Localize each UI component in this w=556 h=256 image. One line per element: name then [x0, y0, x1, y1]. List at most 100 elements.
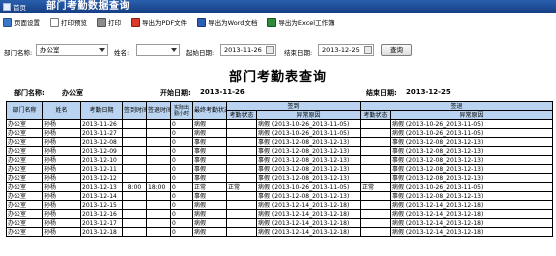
page-setup-icon — [3, 17, 12, 27]
cell-dept: 办公室 — [6, 119, 43, 129]
cell-hours: 0 — [170, 137, 193, 147]
table-row: 办公室 孙杨 2013-12-11 0 事假 事假 (2013-12-08_2013-12… — [6, 164, 554, 174]
cell-date: 2013-12-18 — [80, 227, 123, 237]
end-date-input[interactable]: 2013-12-25 — [318, 44, 374, 56]
cell-signin-reason: 事假 (2013-12-08_2013-12-13) — [255, 137, 362, 147]
cell-signin-status — [226, 164, 257, 174]
toolbar-button-print-preview[interactable]: 打印预览 — [50, 17, 87, 27]
toolbar-button-word[interactable]: 导出为Word文档 — [197, 17, 257, 27]
cell-date: 2013-12-10 — [80, 155, 123, 165]
cell-name: 孙杨 — [42, 218, 81, 228]
cell-signin-time — [122, 191, 147, 201]
cell-signout-status — [360, 200, 392, 210]
start-date-value: 2013-11-26 — [224, 46, 262, 54]
cell-signout-status — [360, 146, 392, 156]
col-final-status: 最终考勤状态 — [192, 101, 227, 120]
excel-icon — [267, 17, 277, 27]
cell-signout-time — [146, 155, 171, 165]
cell-hours: 0 — [170, 146, 193, 156]
cell-signout-reason: 病假 (2013-10-26_2013-11-05) — [390, 119, 554, 129]
cell-name: 孙杨 — [42, 200, 81, 210]
name-select[interactable] — [136, 44, 180, 56]
cell-signout-time: 18:00 — [146, 182, 171, 192]
cell-final-status: 事假 — [192, 137, 227, 147]
col-dept: 部门名称 — [6, 101, 43, 120]
cell-signout-status — [360, 173, 392, 183]
cell-signin-time — [122, 137, 147, 147]
toolbar-button-page-setup[interactable]: 页面设置 — [3, 17, 40, 27]
cell-signin-status — [226, 155, 257, 165]
cell-signout-status — [360, 218, 392, 228]
table-row: 办公室 孙杨 2013-12-14 0 事假 事假 (2013-12-08_2013-12… — [6, 191, 554, 201]
toolbar-button-label: 导出为Excel工作簿 — [278, 19, 335, 27]
cell-hours: 0 — [170, 191, 193, 201]
cell-signout-reason: 事假 (2013-12-08_2013-12-13) — [390, 164, 554, 174]
cell-dept: 办公室 — [6, 218, 43, 228]
cell-signout-reason: 病假 (2013-12-14_2013-12-18) — [390, 200, 554, 210]
toolbar-button-printer[interactable]: 打印 — [97, 17, 121, 27]
start-date-input[interactable]: 2013-11-26 — [220, 44, 276, 56]
cell-final-status: 病假 — [192, 209, 227, 219]
cell-signout-time — [146, 119, 171, 129]
toolbar-button-label: 页面设置 — [14, 19, 40, 27]
cell-dept: 办公室 — [6, 209, 43, 219]
cell-signout-status: 正常 — [360, 182, 392, 192]
home-link[interactable]: 首页 — [3, 1, 26, 12]
cell-signin-status — [226, 119, 257, 129]
cell-name: 孙杨 — [42, 128, 81, 138]
cell-signin-time — [122, 155, 147, 165]
calendar-icon[interactable] — [364, 46, 372, 54]
cell-date: 2013-12-16 — [80, 209, 123, 219]
cell-final-status: 病假 — [192, 227, 227, 237]
cell-signin-time — [122, 200, 147, 210]
toolbar-button-label: 导出为Word文档 — [208, 19, 258, 27]
cell-signout-status — [360, 119, 392, 129]
query-button[interactable]: 查询 — [381, 44, 412, 56]
cell-name: 孙杨 — [42, 191, 81, 201]
cell-signout-reason: 病假 (2013-10-26_2013-11-05) — [390, 182, 554, 192]
table-row: 办公室 孙杨 2013-12-12 0 事假 事假 (2013-12-08_2013-12… — [6, 173, 554, 183]
cell-hours: 0 — [170, 128, 193, 138]
cell-name: 孙杨 — [42, 164, 81, 174]
cell-hours: 0 — [170, 182, 193, 192]
cell-signin-reason: 事假 (2013-12-08_2013-12-13) — [255, 155, 362, 165]
cell-date: 2013-12-11 — [80, 164, 123, 174]
table-row: 办公室 孙杨 2013-12-16 0 病假 病假 (2013-12-14_2013-12… — [6, 209, 554, 219]
cell-signin-reason: 病假 (2013-10-26_2013-11-05) — [255, 119, 362, 129]
cell-date: 2013-12-15 — [80, 200, 123, 210]
cell-dept: 办公室 — [6, 137, 43, 147]
cell-signin-status — [226, 146, 257, 156]
cell-signin-reason: 病假 (2013-12-14_2013-12-18) — [255, 200, 362, 210]
toolbar-button-excel[interactable]: 导出为Excel工作簿 — [267, 17, 335, 27]
cell-signin-status — [226, 173, 257, 183]
home-icon — [3, 2, 11, 11]
col-hours: 实际出勤小时 — [170, 101, 193, 120]
cell-date: 2013-12-17 — [80, 218, 123, 228]
summary-end-label: 结束日期: — [366, 89, 397, 97]
cell-signin-time — [122, 146, 147, 156]
cell-hours: 0 — [170, 119, 193, 129]
toolbar-button-pdf[interactable]: 导出为PDF文件 — [131, 17, 187, 27]
cell-dept: 办公室 — [6, 200, 43, 210]
calendar-icon[interactable] — [266, 46, 274, 54]
cell-name: 孙杨 — [42, 155, 81, 165]
cell-final-status: 事假 — [192, 164, 227, 174]
cell-dept: 办公室 — [6, 128, 43, 138]
cell-signin-status — [226, 137, 257, 147]
table-row: 办公室 孙杨 2013-12-09 0 事假 事假 (2013-12-08_2013-12… — [6, 146, 554, 156]
cell-hours: 0 — [170, 173, 193, 183]
cell-final-status: 正常 — [192, 182, 227, 192]
cell-signout-time — [146, 209, 171, 219]
table-row: 办公室 孙杨 2013-12-18 0 病假 病假 (2013-12-14_2013-12… — [6, 227, 554, 237]
cell-signout-time — [146, 200, 171, 210]
cell-hours: 0 — [170, 209, 193, 219]
cell-signin-status: 正常 — [226, 182, 257, 192]
cell-signin-reason: 事假 (2013-12-08_2013-12-13) — [255, 173, 362, 183]
chevron-down-icon — [99, 48, 105, 52]
cell-signout-time — [146, 191, 171, 201]
summary-start-value: 2013-11-26 — [200, 88, 245, 96]
toolbar: 页面设置 打印预览 打印 导出为PDF文件 导出为Word文档 导出为Excel工作簿 — [0, 15, 556, 29]
cell-signout-reason: 病假 (2013-12-14_2013-12-18) — [390, 209, 554, 219]
dept-select[interactable]: 办公室 — [36, 44, 108, 56]
filter-bar: 部门名称: 办公室 姓名: 起始日期: 2013-11-26 结束日期: 201… — [0, 44, 556, 58]
